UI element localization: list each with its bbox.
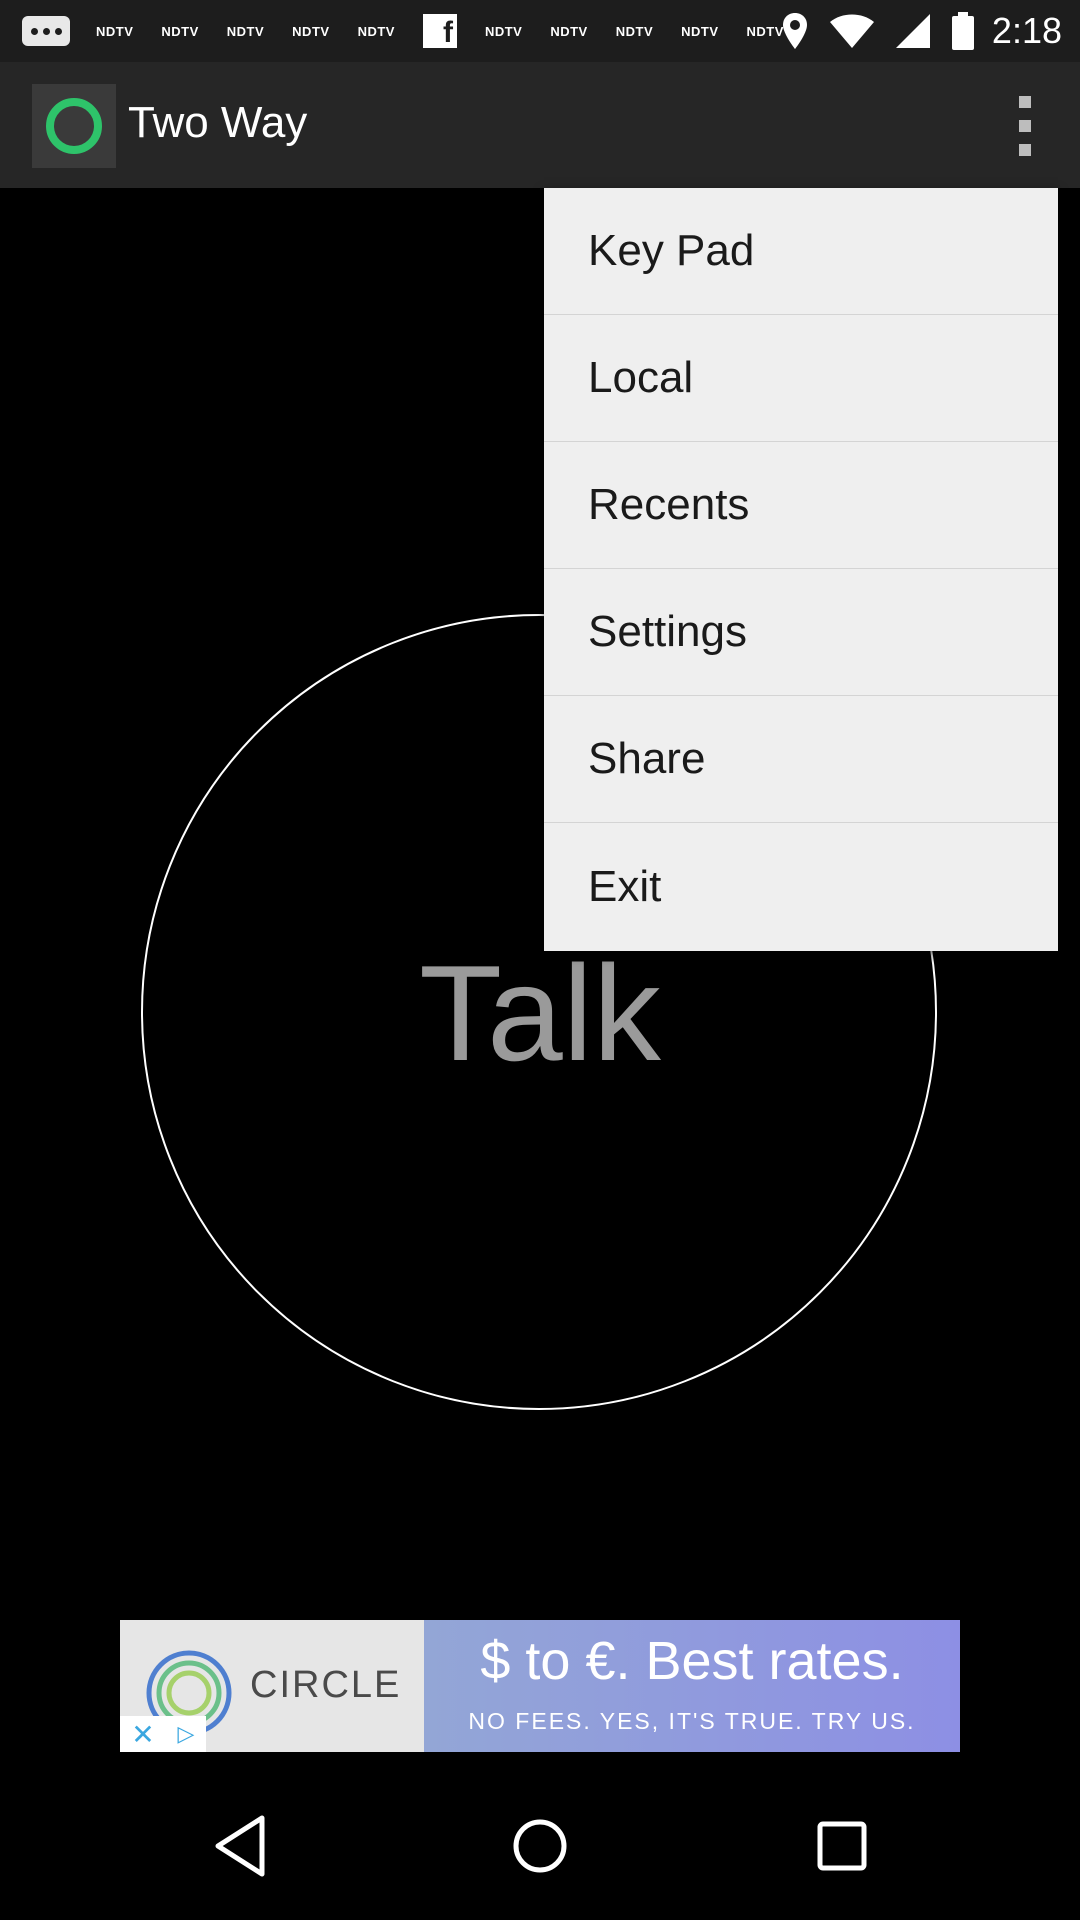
app-logo-icon[interactable] (32, 84, 116, 168)
wifi-icon (829, 14, 874, 48)
recents-icon[interactable] (814, 1814, 870, 1878)
home-icon[interactable] (510, 1814, 570, 1878)
menu-item-share[interactable]: Share (544, 696, 1058, 823)
ad-close-icon[interactable]: ✕ (120, 1716, 166, 1752)
status-bar: NDTV NDTV NDTV NDTV NDTV f NDTV NDTV NDT… (0, 0, 1080, 62)
more-vert-icon (1019, 96, 1031, 108)
ad-subline: NO FEES. YES, IT'S TRUE. TRY US. (468, 1708, 916, 1734)
ad-brand-panel: CIRCLE ✕ ▷ (120, 1620, 424, 1752)
signal-icon (895, 14, 930, 48)
ndtv-notification-icon: NDTV (226, 23, 265, 39)
menu-item-exit[interactable]: Exit (544, 823, 1058, 950)
facebook-icon: f (422, 14, 457, 48)
ad-message-panel: $ to €. Best rates. NO FEES. YES, IT'S T… (424, 1620, 960, 1752)
status-time: 2:18 (991, 10, 1062, 51)
ad-choices-icon[interactable]: ▷ (166, 1716, 206, 1752)
ndtv-notification-icon: NDTV (96, 23, 134, 39)
ad-brand-name: CIRCLE (250, 1664, 402, 1706)
ad-headline: $ to €. Best rates. (480, 1631, 904, 1691)
app-title: Two Way (128, 98, 308, 147)
overflow-menu: Key Pad Local Recents Settings Share Exi… (544, 188, 1058, 951)
location-icon (782, 13, 807, 49)
system-icons: 2:18 (760, 0, 1062, 62)
ndtv-notification-icon: NDTV (615, 23, 654, 39)
overflow-menu-button[interactable] (1010, 96, 1040, 156)
dots-icon (22, 16, 70, 46)
notification-area: NDTV NDTV NDTV NDTV NDTV f NDTV NDTV NDT… (22, 0, 812, 62)
menu-item-local[interactable]: Local (544, 315, 1058, 442)
ndtv-notification-icon: NDTV (357, 23, 395, 39)
navigation-bar (0, 1780, 1080, 1920)
menu-item-settings[interactable]: Settings (544, 569, 1058, 696)
app-bar: Two Way (0, 62, 1080, 188)
ad-banner[interactable]: CIRCLE ✕ ▷ $ to €. Best rates. NO FEES. … (120, 1620, 960, 1752)
ndtv-notification-icon: NDTV (161, 23, 199, 39)
menu-item-key-pad[interactable]: Key Pad (544, 188, 1058, 315)
back-icon[interactable] (212, 1814, 268, 1878)
battery-icon (951, 12, 974, 50)
ndtv-notification-icon: NDTV (550, 23, 588, 39)
talk-label: Talk (419, 937, 661, 1089)
ndtv-notification-icon: NDTV (484, 23, 523, 39)
ndtv-notification-icon: NDTV (681, 23, 719, 39)
menu-item-recents[interactable]: Recents (544, 442, 1058, 569)
ndtv-notification-icon: NDTV (292, 23, 330, 39)
